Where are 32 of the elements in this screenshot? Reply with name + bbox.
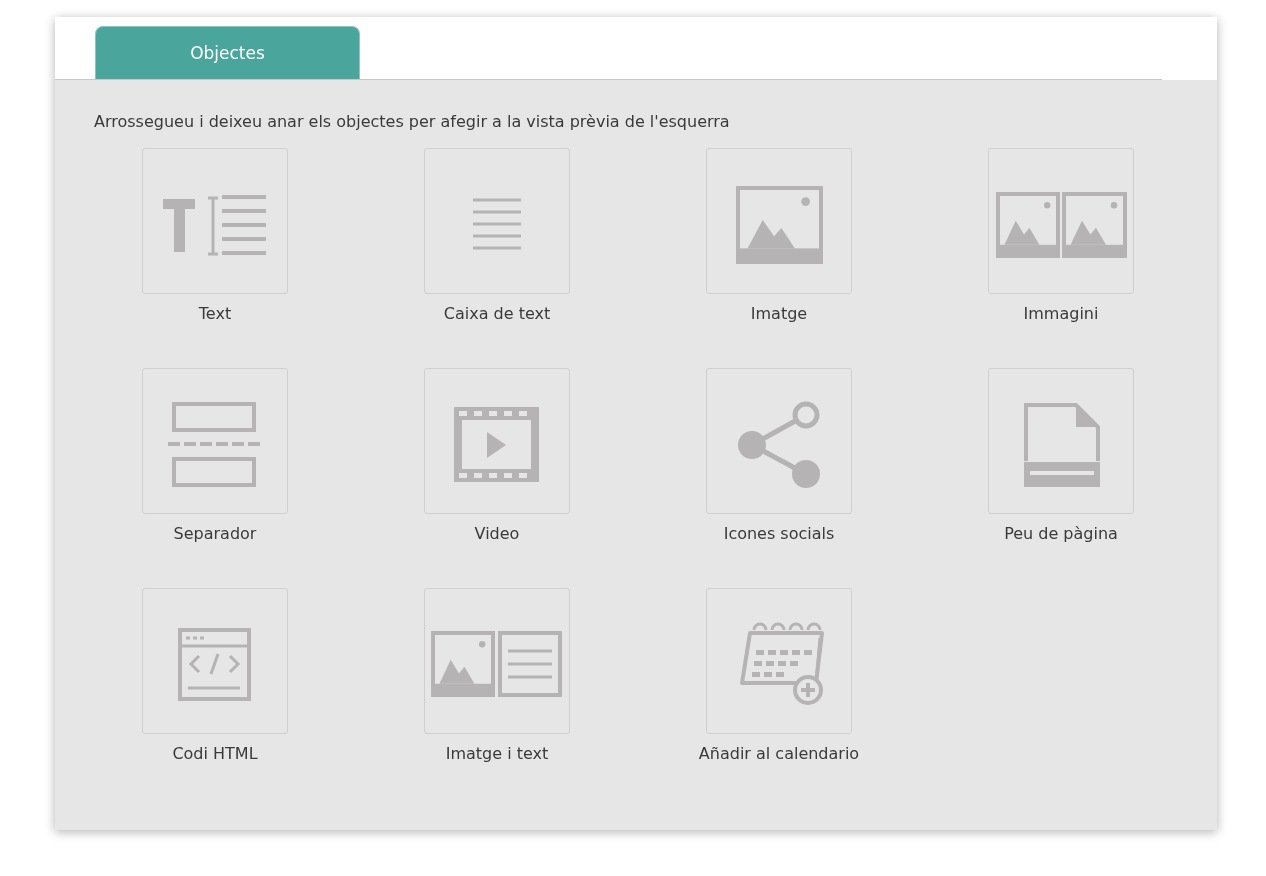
object-tile[interactable] bbox=[988, 368, 1134, 514]
object-tile[interactable] bbox=[988, 148, 1134, 294]
object-tile[interactable] bbox=[424, 588, 570, 734]
object-label: Icones socials bbox=[723, 524, 835, 544]
object-tile[interactable] bbox=[706, 148, 852, 294]
object-tile[interactable] bbox=[706, 588, 852, 734]
object-label: Imatge bbox=[750, 304, 808, 324]
instruction-text: Arrossegueu i deixeu anar els objectes per afegir a la vista prèvia de l'esquerra bbox=[94, 112, 731, 132]
object-label: Text bbox=[198, 304, 232, 324]
object-label: Codi HTML bbox=[172, 744, 258, 764]
object-label: Video bbox=[474, 524, 520, 544]
object-label: Immagini bbox=[1023, 304, 1099, 324]
object-tile[interactable] bbox=[142, 588, 288, 734]
object-tile[interactable] bbox=[706, 368, 852, 514]
object-label: Peu de pàgina bbox=[1004, 524, 1118, 544]
object-tile[interactable] bbox=[142, 368, 288, 514]
objects-tab[interactable]: Objectes bbox=[95, 26, 360, 79]
object-tile[interactable] bbox=[424, 368, 570, 514]
share-icon bbox=[738, 401, 820, 488]
text-format-icon bbox=[163, 195, 268, 256]
document-icon bbox=[471, 198, 523, 250]
object-tile[interactable] bbox=[424, 148, 570, 294]
object-label: Separador bbox=[173, 524, 257, 544]
film-icon bbox=[454, 407, 539, 482]
object-tile[interactable] bbox=[142, 148, 288, 294]
page-footer-icon bbox=[1024, 403, 1100, 487]
object-label: Caixa de text bbox=[443, 304, 551, 324]
calendar-add-icon bbox=[740, 622, 824, 705]
object-label: Añadir al calendario bbox=[698, 744, 860, 764]
object-label: Imatge i text bbox=[445, 744, 549, 764]
image-text-icon bbox=[431, 631, 562, 697]
code-window-icon bbox=[178, 628, 251, 701]
